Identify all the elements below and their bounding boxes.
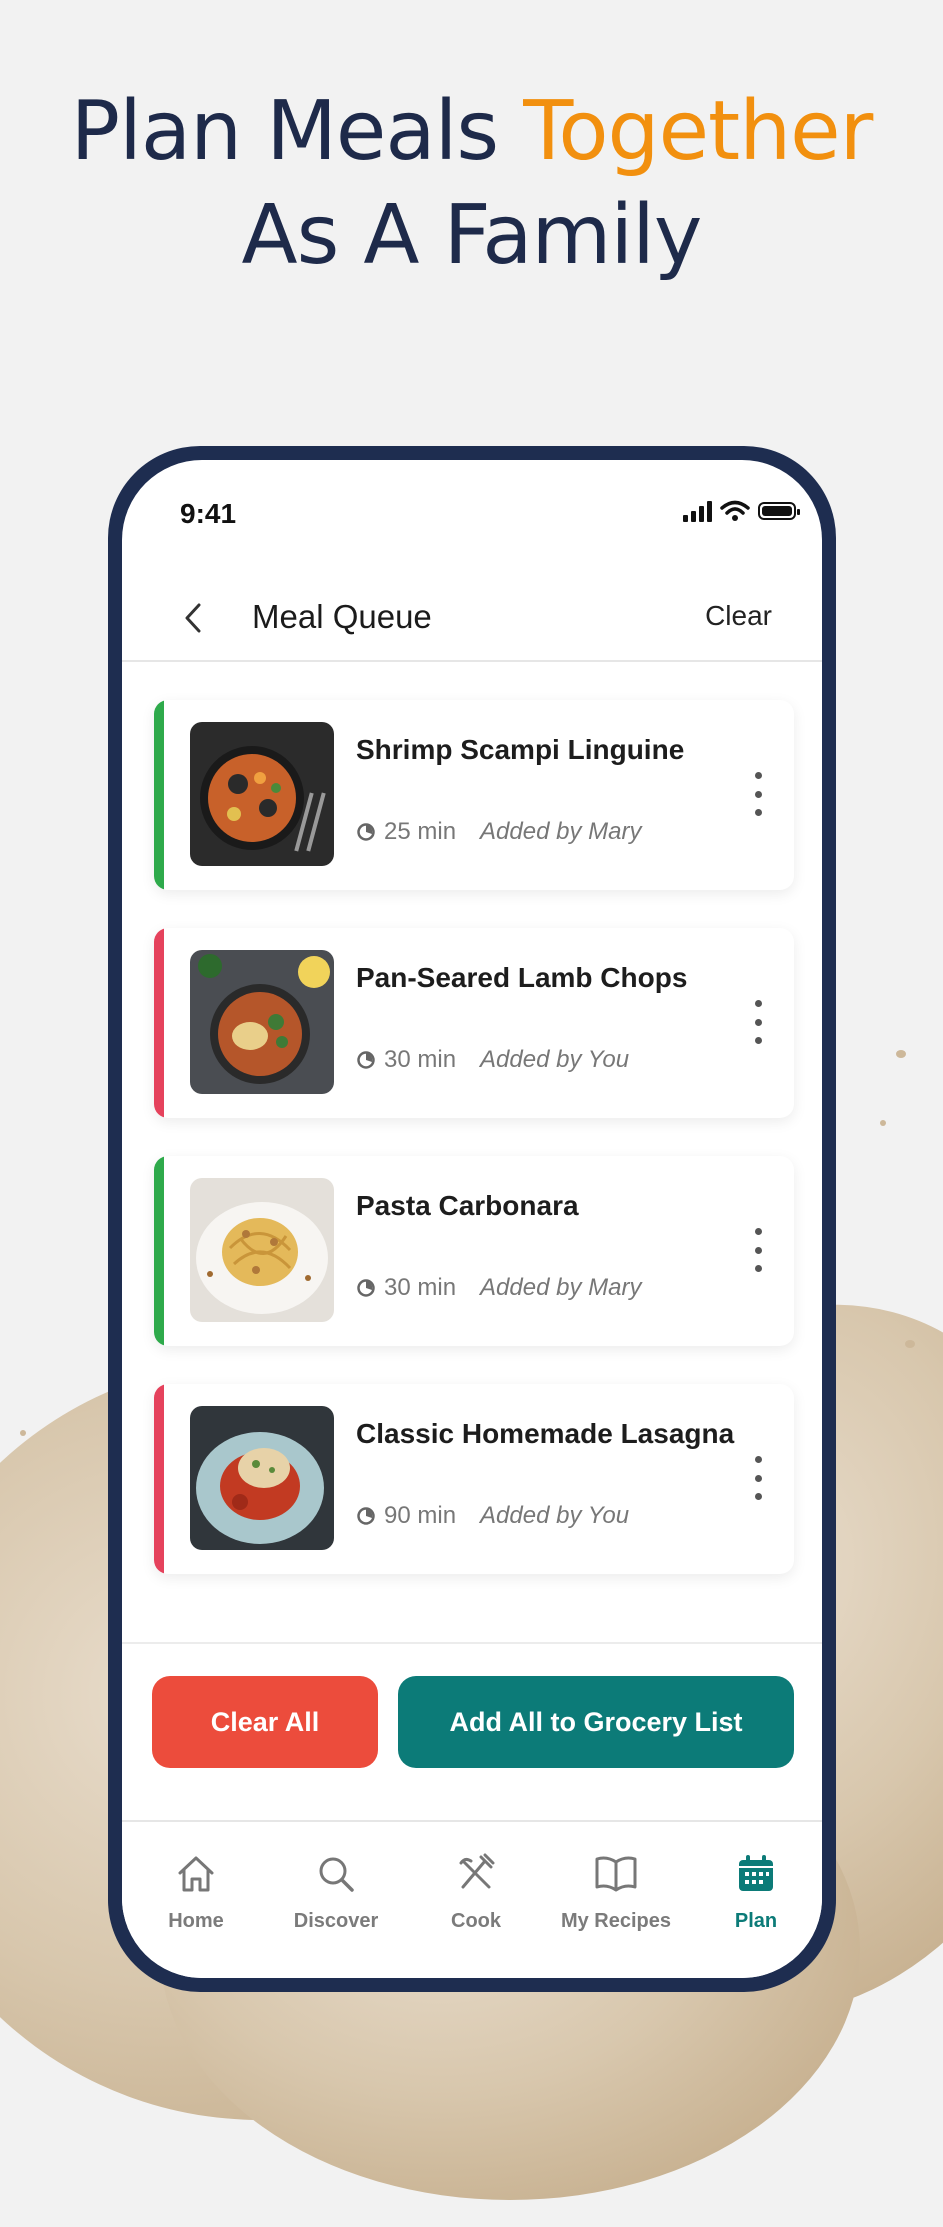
timer-icon <box>357 1507 375 1525</box>
back-button[interactable] <box>178 598 208 638</box>
meal-thumbnail-image <box>190 1178 334 1322</box>
status-color-bar <box>154 700 164 890</box>
meal-thumbnail-image <box>190 1406 334 1550</box>
tab-label: My Recipes <box>560 1910 672 1932</box>
tab-home[interactable]: Home <box>126 1850 266 1933</box>
wifi-icon <box>720 500 750 521</box>
more-options-icon[interactable] <box>748 1456 768 1500</box>
meal-meta: 90 min Added by You <box>356 1502 629 1530</box>
tab-label: Plan <box>734 1910 778 1932</box>
cook-time: 30 min <box>384 1046 457 1073</box>
status-bar: 9:41 <box>122 460 822 550</box>
meal-meta: 30 min Added by You <box>356 1046 629 1074</box>
bottom-action-area: Clear All Add All to Grocery List <box>122 1642 822 1824</box>
meal-thumbnail-image <box>190 722 334 866</box>
added-by: Added by Mary <box>480 818 642 845</box>
added-by: Added by Mary <box>480 1274 642 1301</box>
clear-all-button[interactable]: Clear All <box>152 1676 378 1768</box>
timer-icon <box>357 1051 375 1069</box>
cook-time: 30 min <box>384 1274 457 1301</box>
tab-plan[interactable]: Plan <box>686 1850 822 1933</box>
tab-my-recipes[interactable]: My Recipes <box>546 1850 686 1933</box>
fork-knife-icon <box>459 1853 495 1889</box>
phone-screen: 9:41 Meal Queue Clear Shrimp Scampi Ling… <box>122 460 822 1978</box>
headline-accent-text: Together <box>523 84 873 179</box>
tab-cook[interactable]: Cook <box>406 1850 546 1933</box>
crumb-decoration <box>880 1120 886 1126</box>
calendar-icon <box>739 1855 773 1891</box>
status-color-bar <box>154 1156 164 1346</box>
add-all-to-grocery-list-button[interactable]: Add All to Grocery List <box>398 1676 794 1768</box>
home-icon <box>178 1856 214 1892</box>
headline-text: Plan Meals <box>70 84 499 179</box>
meal-card[interactable]: Shrimp Scampi Linguine 25 min Added by M… <box>154 700 794 890</box>
tab-label: Home <box>168 1910 224 1932</box>
clear-button[interactable]: Clear <box>705 600 772 632</box>
tab-discover[interactable]: Discover <box>266 1850 406 1933</box>
added-by: Added by You <box>480 1046 630 1073</box>
crumb-decoration <box>896 1050 906 1058</box>
meal-meta: 25 min Added by Mary <box>356 818 641 846</box>
cook-time: 25 min <box>384 818 457 845</box>
tab-label: Discover <box>293 1910 379 1932</box>
meal-title: Pan-Seared Lamb Chops <box>356 962 688 993</box>
chevron-left-icon <box>185 603 201 633</box>
more-options-icon[interactable] <box>748 1228 768 1272</box>
headline-line-1: Plan Meals Together <box>0 80 943 184</box>
status-time: 9:41 <box>180 498 237 529</box>
status-icons <box>683 500 800 522</box>
page-title: Meal Queue <box>252 598 432 635</box>
book-icon <box>595 1856 637 1892</box>
meal-meta: 30 min Added by Mary <box>356 1274 641 1302</box>
timer-icon <box>357 823 375 841</box>
crumb-decoration <box>905 1340 915 1348</box>
marketing-headline: Plan Meals Together As A Family <box>0 80 943 288</box>
added-by: Added by You <box>480 1502 630 1529</box>
meal-card[interactable]: Pan-Seared Lamb Chops 30 min Added by Yo… <box>154 928 794 1118</box>
more-options-icon[interactable] <box>748 772 768 816</box>
battery-icon <box>758 502 800 520</box>
timer-icon <box>357 1279 375 1297</box>
meal-title: Classic Homemade Lasagna <box>356 1418 735 1449</box>
headline-line-2: As A Family <box>241 188 703 283</box>
phone-frame: 9:41 Meal Queue Clear Shrimp Scampi Ling… <box>108 446 836 1992</box>
tab-label: Cook <box>451 1910 501 1932</box>
meal-queue-list: Shrimp Scampi Linguine 25 min Added by M… <box>154 700 794 1612</box>
cellular-signal-icon <box>683 500 712 522</box>
meal-card[interactable]: Classic Homemade Lasagna 90 min Added by… <box>154 1384 794 1574</box>
bottom-tab-bar: Home Discover Cook My Recipes Plan <box>122 1820 822 1978</box>
crumb-decoration <box>20 1430 26 1436</box>
meal-title: Shrimp Scampi Linguine <box>356 734 685 765</box>
meal-title: Pasta Carbonara <box>356 1190 579 1221</box>
more-options-icon[interactable] <box>748 1000 768 1044</box>
meal-card[interactable]: Pasta Carbonara 30 min Added by Mary <box>154 1156 794 1346</box>
meal-thumbnail-image <box>190 950 334 1094</box>
status-color-bar <box>154 1384 164 1574</box>
cook-time: 90 min <box>384 1502 457 1529</box>
status-color-bar <box>154 928 164 1118</box>
top-navigation-bar: Meal Queue Clear <box>122 570 822 662</box>
search-icon <box>319 1857 354 1892</box>
